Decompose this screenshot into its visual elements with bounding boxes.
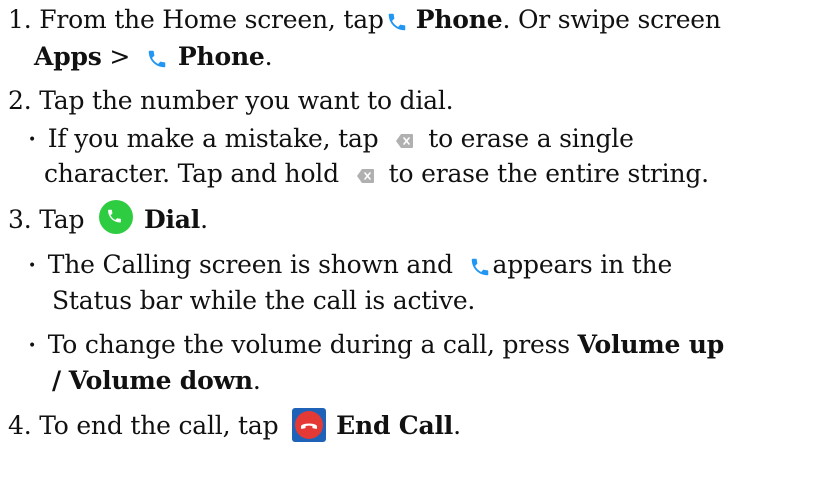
step-2-number: 2. xyxy=(8,86,32,115)
step-4-text: To end the call, tap xyxy=(39,411,279,440)
step-2-bullet-line-1: • If you make a mistake, tap to erase a … xyxy=(28,124,634,154)
step-2-line: 2. Tap the number you want to dial. xyxy=(8,86,454,116)
bullet-text-2: appears in the xyxy=(492,250,673,279)
step-1-text: From the Home screen, tap xyxy=(39,5,384,34)
slash: / xyxy=(52,366,61,395)
step-4-line: 4. To end the call, tap End Call. xyxy=(8,407,461,445)
volume-up-label: Volume up xyxy=(577,330,725,359)
bullet-text-2: to erase a single xyxy=(428,124,634,153)
bullet: • xyxy=(28,258,37,274)
phone-label: Phone xyxy=(415,5,503,34)
bullet-text-2: to erase the entire string. xyxy=(388,159,709,188)
step-3-number: 3. xyxy=(8,205,32,234)
step-1-text-b: . Or swipe screen xyxy=(502,5,721,34)
step-3-text: Tap xyxy=(39,205,85,234)
period: . xyxy=(252,366,261,395)
step-2-text: Tap the number you want to dial. xyxy=(39,86,454,115)
period: . xyxy=(200,205,208,234)
step-3-bullet-2-line-2: / Volume down. xyxy=(52,366,261,396)
bullet-text: To change the volume during a call, pres… xyxy=(47,330,570,359)
bullet-text: character. Tap and hold xyxy=(44,159,339,188)
backspace-icon xyxy=(396,133,414,149)
bullet: • xyxy=(28,132,37,148)
bullet: • xyxy=(28,338,37,354)
bullet-text: The Calling screen is shown and xyxy=(47,250,453,279)
step-1-number: 1. xyxy=(8,5,32,34)
phone-label-2: Phone xyxy=(177,42,265,71)
step-3-line: 3. Tap Dial. xyxy=(8,199,208,239)
phone-handset-icon xyxy=(386,11,408,33)
period: . xyxy=(264,42,273,71)
end-call-icon xyxy=(292,407,327,442)
dial-button-icon xyxy=(98,199,134,235)
bullet-text: If you make a mistake, tap xyxy=(47,124,379,153)
separator: > xyxy=(109,42,131,71)
step-3-bullet-2-line-1: • To change the volume during a call, pr… xyxy=(28,330,724,360)
step-2-bullet-line-2: character. Tap and hold to erase the ent… xyxy=(44,159,709,189)
instructions-document: 1. From the Home screen, tap Phone. Or s… xyxy=(0,0,820,488)
bullet-text: Status bar while the call is active. xyxy=(52,286,476,315)
phone-handset-icon xyxy=(146,48,168,70)
step-1-line-1: 1. From the Home screen, tap Phone. Or s… xyxy=(8,5,721,35)
step-3-bullet-1-line-1: • The Calling screen is shown and appear… xyxy=(28,250,672,280)
step-1-line-2: Apps > Phone. xyxy=(34,42,273,72)
phone-handset-icon xyxy=(469,256,491,278)
volume-down-label: Volume down xyxy=(68,366,253,395)
period: . xyxy=(453,411,461,440)
apps-label: Apps xyxy=(34,42,102,71)
end-call-label: End Call xyxy=(336,411,454,440)
step-4-number: 4. xyxy=(8,411,32,440)
step-3-bullet-1-line-2: Status bar while the call is active. xyxy=(52,286,475,316)
dial-label: Dial xyxy=(144,205,201,234)
backspace-icon xyxy=(356,168,375,184)
